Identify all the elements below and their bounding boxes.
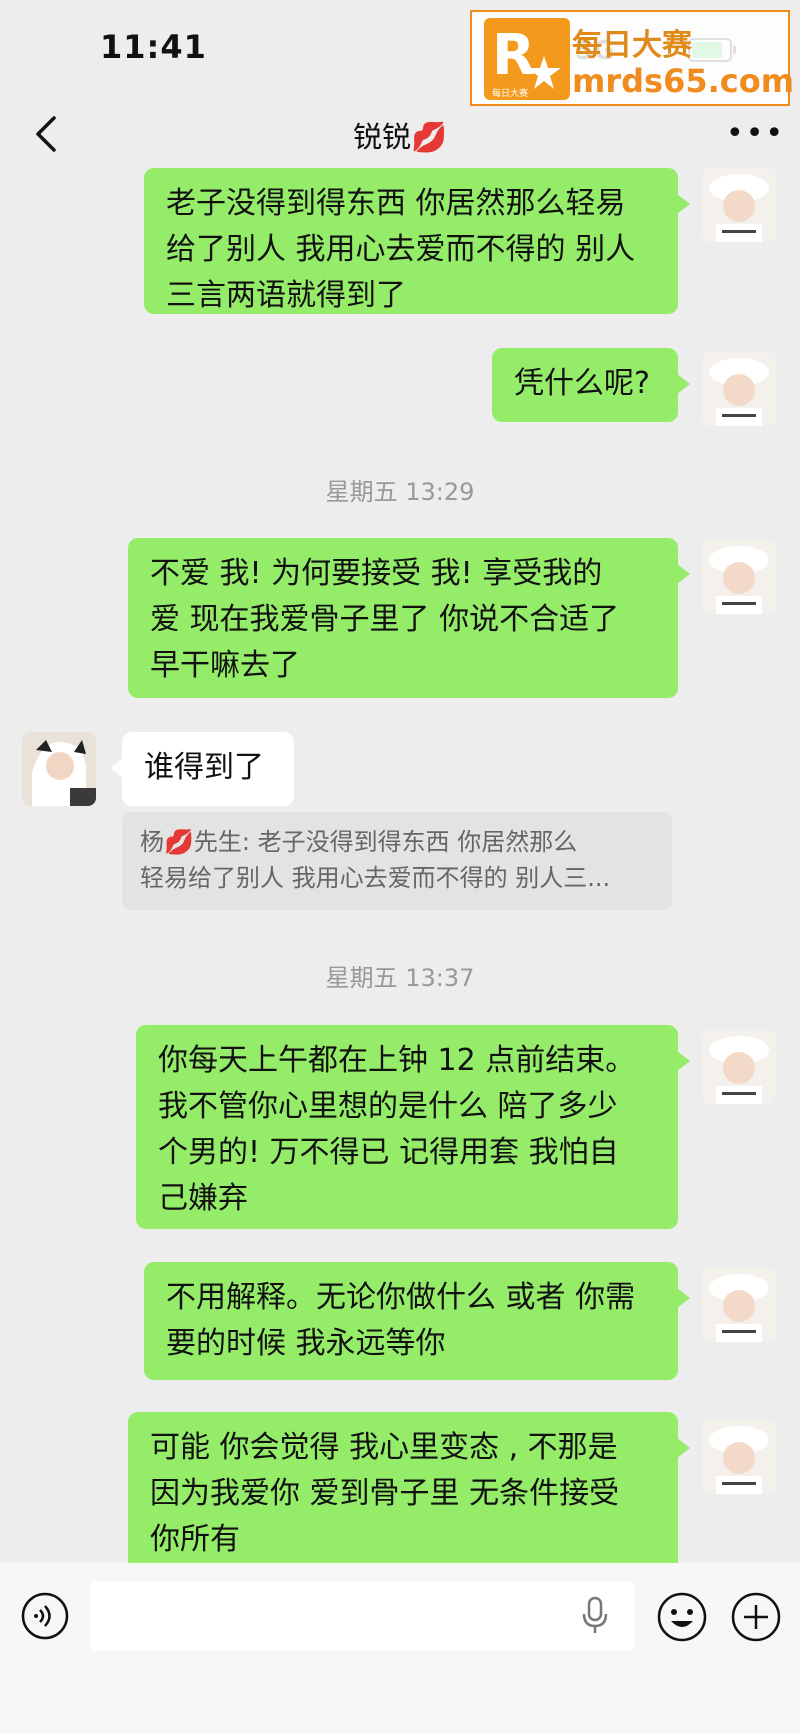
message-bubble-sent[interactable]: 不爱 我! 为何要接受 我! 享受我的 爱 现在我爱骨子里了 你说不合适了 早干…: [128, 538, 690, 698]
quoted-message[interactable]: 杨💋先生: 老子没得到得东西 你居然那么轻易给了别人 我用心去爱而不得的 别人三…: [122, 812, 672, 910]
kiss-icon: 💋: [164, 828, 194, 856]
quote-text-line2: 轻易给了别人 我用心去爱而不得的 别人三...: [140, 864, 611, 892]
message-input[interactable]: [90, 1581, 635, 1651]
my-avatar[interactable]: [702, 1030, 776, 1104]
watermark: R 每日大赛 每日大赛 mrds65.com: [470, 10, 794, 106]
watermark-logo: R 每日大赛: [484, 18, 570, 100]
message-bubble-sent[interactable]: 你每天上午都在上钟 12 点前结束。 我不管你心里想的是什么 陪了多少 个男的!…: [136, 1025, 690, 1229]
quote-text-line1: 先生: 老子没得到得东西 你居然那么: [193, 828, 578, 856]
more-options-icon[interactable]: •••: [726, 116, 785, 151]
input-bar: [0, 1563, 800, 1733]
message-bubble-sent[interactable]: 不用解释。无论你做什么 或者 你需 要的时候 我永远等你: [144, 1262, 690, 1380]
svg-text:每日大赛: 每日大赛: [492, 87, 528, 99]
microphone-icon[interactable]: [580, 1596, 610, 1636]
my-avatar[interactable]: [702, 1420, 776, 1494]
voice-input-icon[interactable]: [20, 1591, 70, 1641]
my-avatar[interactable]: [702, 168, 776, 242]
plus-icon[interactable]: [730, 1591, 782, 1643]
my-avatar[interactable]: [702, 352, 776, 426]
message-bubble-sent[interactable]: 老子没得到得东西 你居然那么轻易 给了别人 我用心去爱而不得的 别人 三言两语就…: [144, 168, 690, 314]
watermark-url: mrds65.com: [572, 62, 795, 100]
message-bubble-sent[interactable]: 可能 你会觉得 我心里变态 , 不那是 因为我爱你 爱到骨子里 无条件接受 你所…: [128, 1412, 690, 1572]
my-avatar[interactable]: [702, 540, 776, 614]
my-avatar[interactable]: [702, 1268, 776, 1342]
status-time: 11:41: [100, 28, 207, 66]
message-timestamp: 星期五 13:29: [325, 478, 475, 506]
watermark-title: 每日大赛: [572, 28, 692, 63]
quote-sender: 杨: [140, 828, 164, 856]
chat-header: 锐锐💋 •••: [0, 100, 800, 170]
message-bubble-sent[interactable]: 凭什么呢?: [492, 348, 690, 422]
message-timestamp: 星期五 13:37: [325, 964, 475, 992]
message-bubble-received[interactable]: 谁得到了: [110, 732, 294, 806]
contact-avatar[interactable]: [22, 732, 96, 806]
chat-title: 锐锐💋: [352, 120, 448, 154]
svg-text:R: R: [492, 23, 535, 88]
emoji-icon[interactable]: [656, 1591, 708, 1643]
